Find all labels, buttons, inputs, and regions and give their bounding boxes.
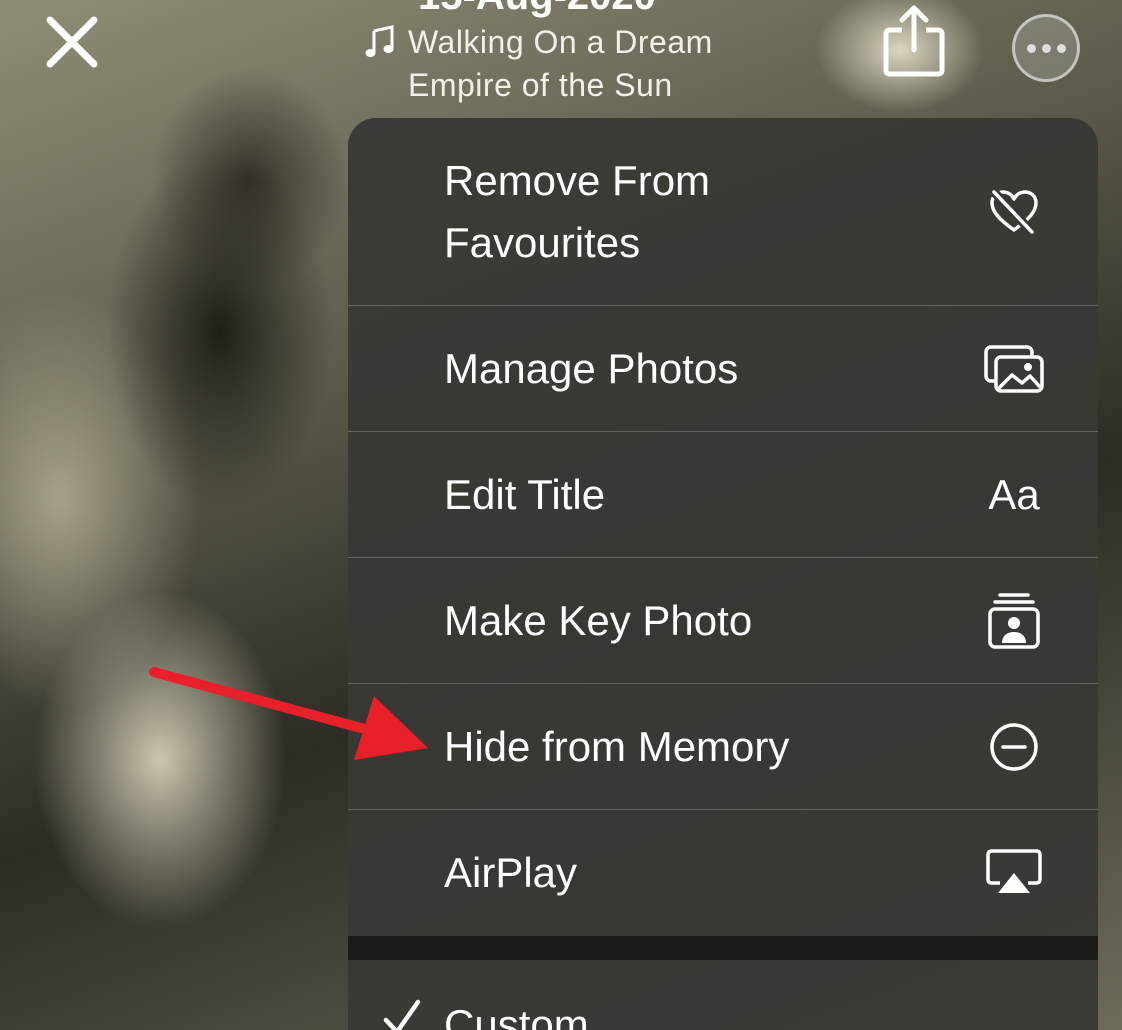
menu-item-label: Hide from Memory xyxy=(444,722,790,770)
context-menu: Remove From Favourites Manage Photos Edi… xyxy=(348,118,1098,1030)
airplay-icon xyxy=(982,841,1046,905)
menu-item-custom[interactable]: Custom xyxy=(348,960,1098,1030)
menu-item-label: Custom xyxy=(444,1001,589,1030)
menu-item-edit-title[interactable]: Edit Title Aa xyxy=(348,432,1098,558)
menu-item-label: AirPlay xyxy=(444,849,578,896)
memory-date-title: 15-Aug-2020 xyxy=(360,0,780,20)
menu-item-airplay[interactable]: AirPlay xyxy=(348,810,1098,936)
menu-item-make-key-photo[interactable]: Make Key Photo xyxy=(348,558,1098,684)
more-dot xyxy=(1056,43,1066,53)
artist-name: Empire of the Sun xyxy=(408,67,673,103)
photos-stack-icon xyxy=(982,337,1046,401)
share-icon xyxy=(883,5,945,77)
heart-slash-icon xyxy=(982,180,1046,244)
minus-circle-icon xyxy=(982,715,1046,779)
share-button[interactable] xyxy=(880,2,948,78)
menu-item-label: Remove From Favourites xyxy=(444,156,711,266)
more-dot xyxy=(1041,43,1051,53)
more-dot xyxy=(1026,43,1036,53)
menu-item-remove-from-favourites[interactable]: Remove From Favourites xyxy=(348,118,1098,306)
menu-section-divider xyxy=(348,936,1098,960)
menu-item-manage-photos[interactable]: Manage Photos xyxy=(348,306,1098,432)
key-photo-icon xyxy=(982,589,1046,653)
more-options-button[interactable] xyxy=(1012,14,1080,82)
text-format-icon: Aa xyxy=(988,470,1040,518)
music-note-icon xyxy=(360,22,400,62)
song-name: Walking On a Dream xyxy=(408,24,713,60)
song-row[interactable]: Walking On a Dream xyxy=(360,20,780,64)
menu-item-hide-from-memory[interactable]: Hide from Memory xyxy=(348,684,1098,810)
menu-item-label: Make Key Photo xyxy=(444,596,753,644)
menu-item-label: Edit Title xyxy=(444,470,606,518)
close-button[interactable] xyxy=(40,10,104,74)
checkmark-icon xyxy=(382,998,422,1030)
close-icon xyxy=(46,16,98,68)
menu-item-label: Manage Photos xyxy=(444,344,739,392)
memory-title-block: 15-Aug-2020 Walking On a Dream Empire of… xyxy=(360,0,780,106)
